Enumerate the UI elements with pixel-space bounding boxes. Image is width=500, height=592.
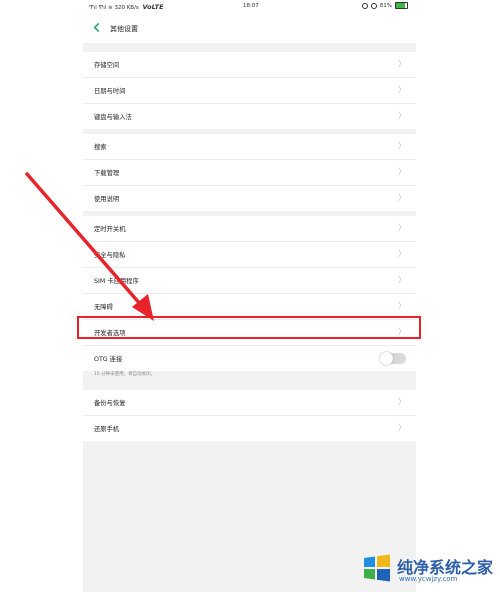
red-arrow-annotation [25,172,154,321]
windows-logo-icon [364,554,390,582]
site-watermark: 纯净系统之家 www.ycwjzy.com [355,548,497,588]
watermark-url: www.ycwjzy.com [399,575,458,583]
